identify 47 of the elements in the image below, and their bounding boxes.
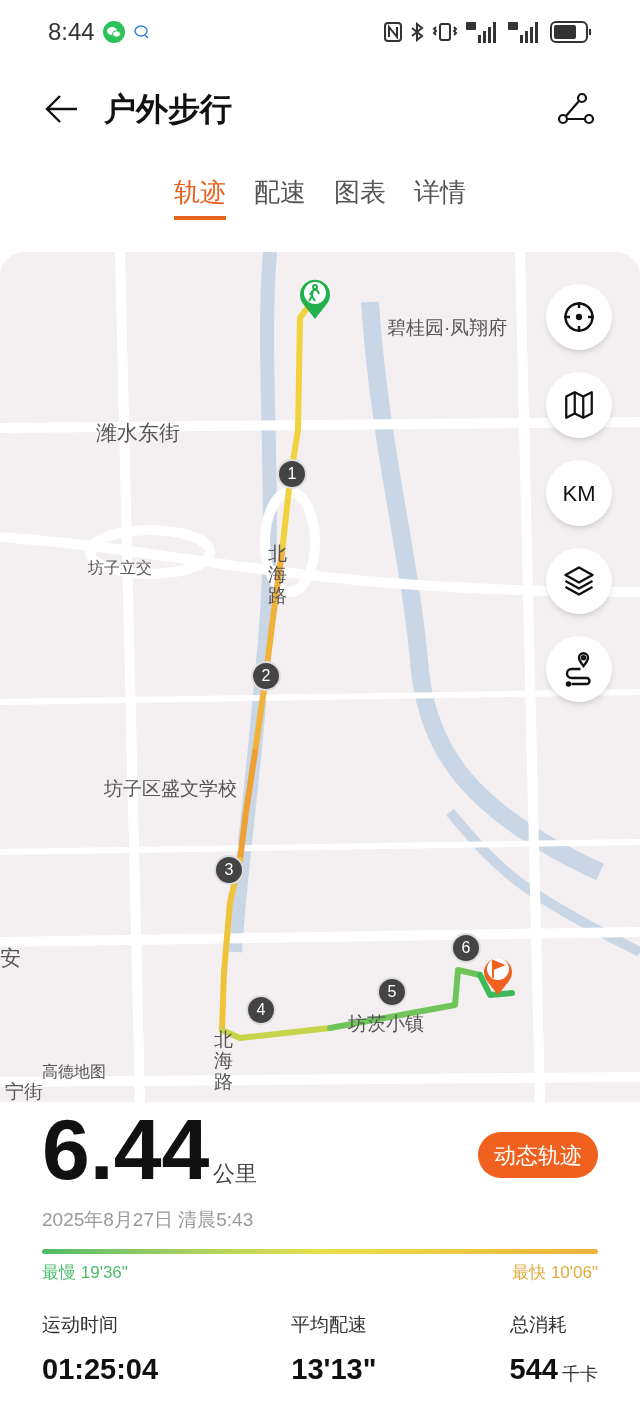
status-time: 8:44 — [48, 17, 95, 47]
metric-unit: 千卡 — [562, 1363, 598, 1386]
locate-button[interactable] — [546, 284, 612, 350]
route-button[interactable] — [546, 636, 612, 702]
map-label: 北海路 — [214, 1030, 233, 1093]
chat-app-icon — [102, 21, 125, 43]
metric-value: 544 — [509, 1351, 558, 1387]
battery-icon — [550, 21, 592, 43]
workout-date: 2025年8月27日 清晨5:43 — [42, 1208, 255, 1232]
map-label: 安 — [0, 945, 21, 971]
metric-value: 13'13" — [291, 1351, 377, 1387]
metric-label: 平均配速 — [291, 1313, 369, 1337]
km-marker: 6 — [451, 933, 481, 963]
fastest-pace: 最快 10'06" — [512, 1261, 598, 1284]
map-label: 碧桂园·凤翔府 — [387, 316, 508, 340]
map-label: 潍水东街 — [96, 420, 180, 446]
slowest-pace: 最慢 19'36" — [42, 1261, 128, 1284]
map-button[interactable] — [546, 372, 612, 438]
vibrate-icon — [432, 22, 458, 42]
bluetooth-icon — [410, 22, 424, 42]
map-label: 高德地图 — [42, 1062, 106, 1082]
page-title: 户外步行 — [104, 90, 232, 129]
km-marker: 1 — [277, 459, 307, 489]
units-button[interactable]: KM — [546, 460, 612, 526]
map-label: 宁街 — [5, 1080, 43, 1102]
map-label: 坊子区盛文学校 — [104, 777, 237, 801]
crosshair-icon — [561, 299, 597, 335]
metric-label: 运动时间 — [42, 1313, 119, 1337]
distance-value: 6.44 — [42, 1106, 210, 1192]
km-marker: 5 — [377, 977, 407, 1007]
km-marker: 4 — [246, 995, 276, 1025]
share-icon — [557, 92, 595, 126]
tab[interactable]: 详情 — [414, 168, 466, 220]
metric-value: 01:25:04 — [42, 1351, 159, 1387]
tab[interactable]: 配速 — [254, 168, 306, 220]
km-marker: 3 — [214, 855, 244, 885]
tab[interactable]: 图表 — [334, 168, 386, 220]
back-arrow-icon — [44, 94, 78, 124]
distance-unit: 公里 — [213, 1160, 258, 1188]
km-marker: 2 — [251, 661, 281, 691]
nfc-icon — [384, 22, 402, 42]
metric-label: 总消耗 — [509, 1313, 568, 1337]
layers-icon — [561, 563, 597, 599]
message-icon — [132, 23, 151, 41]
layers-button[interactable] — [546, 548, 612, 614]
map-icon — [562, 388, 596, 422]
map-label: 坊子立交 — [88, 558, 152, 578]
